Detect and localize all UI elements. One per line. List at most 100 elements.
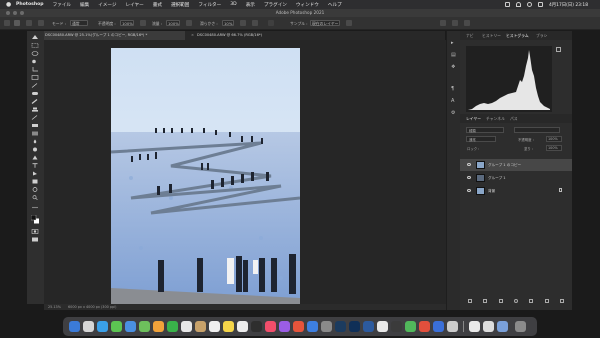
menu-window[interactable]: ウィンドウ (296, 2, 319, 8)
pen-tool-icon[interactable] (31, 155, 39, 160)
finder-icon[interactable] (69, 321, 80, 332)
angle-icon[interactable] (252, 20, 258, 26)
preview-icon[interactable] (377, 321, 388, 332)
marquee-tool-icon[interactable] (31, 43, 39, 48)
close-icon[interactable]: × (191, 33, 194, 37)
search-icon[interactable] (526, 2, 532, 7)
clone-source-icon[interactable]: ⚙ (451, 111, 457, 116)
tab-navigator[interactable]: ナビ (466, 33, 474, 39)
tool-preset-icon[interactable] (14, 20, 20, 26)
blur-tool-icon[interactable] (31, 139, 39, 144)
aligned-checkbox[interactable] (268, 20, 274, 26)
adjustment-icon[interactable] (513, 299, 518, 303)
menu-plugins[interactable]: プラグイン (264, 2, 287, 8)
quick-mask-icon[interactable] (31, 229, 39, 234)
tab-histogram[interactable]: ヒストグラム (506, 33, 529, 39)
mail-icon[interactable] (125, 321, 136, 332)
menu-filter[interactable]: フィルター (198, 2, 221, 8)
apple-icon[interactable]: ● (6, 1, 12, 8)
share-icon[interactable] (464, 20, 470, 26)
layer-row[interactable]: 背景 (460, 185, 572, 197)
layer-row[interactable]: グループ 1 (460, 172, 572, 184)
lasso-tool-icon[interactable] (31, 51, 39, 56)
eye-icon[interactable] (467, 176, 471, 179)
adjust-icon[interactable]: ▤ (451, 53, 457, 58)
eye-icon[interactable] (467, 163, 471, 166)
menu-3d[interactable]: 3D (230, 2, 236, 7)
menu-help[interactable]: ヘルプ (328, 2, 342, 8)
smoothing-options-icon[interactable] (240, 20, 246, 26)
music-icon[interactable] (265, 321, 276, 332)
mask-icon[interactable] (498, 299, 503, 303)
eyedropper-icon[interactable] (31, 83, 39, 88)
news-icon[interactable] (293, 321, 304, 332)
group-icon[interactable] (529, 299, 534, 303)
document-info[interactable]: 6000 px x 4000 px (300 ppi) (68, 305, 116, 309)
facetime-icon[interactable] (167, 321, 178, 332)
tab-document-1[interactable]: ×DSC00480.ARW @ 25.1%(グループ 1 のコピー, RGB/1… (35, 31, 185, 40)
calendar-icon[interactable] (181, 321, 192, 332)
paragraph-icon[interactable]: ¶ (451, 87, 457, 92)
menu-type[interactable]: 書式 (153, 2, 162, 8)
trash-icon[interactable] (515, 321, 526, 332)
maps-icon[interactable] (139, 321, 150, 332)
pressure-opacity-icon[interactable] (140, 20, 146, 26)
hand-tool-icon[interactable] (31, 187, 39, 192)
home-icon[interactable] (4, 20, 10, 26)
brush-panel-icon[interactable]: ❖ (451, 65, 457, 70)
contacts-icon[interactable] (195, 321, 206, 332)
photoshop-icon[interactable] (349, 321, 360, 332)
brush-tool-icon[interactable] (31, 99, 39, 104)
menu-layer[interactable]: レイヤー (126, 2, 144, 8)
menu-file[interactable]: ファイル (53, 2, 71, 8)
type-tool-icon[interactable] (31, 163, 39, 168)
new-layer-icon[interactable] (544, 299, 549, 303)
wifi-icon[interactable] (515, 2, 521, 7)
crop-tool-icon[interactable] (31, 67, 39, 72)
move-tool-icon[interactable] (31, 35, 39, 40)
podcasts-icon[interactable] (279, 321, 290, 332)
zoom-tool-icon[interactable] (31, 195, 39, 200)
menu-select[interactable]: 選択範囲 (171, 2, 189, 8)
messages-icon[interactable] (111, 321, 122, 332)
tab-channels[interactable]: チャンネル (486, 116, 505, 122)
quick-select-icon[interactable] (31, 59, 39, 64)
menubar-clock[interactable]: 4月17日(日) 23:18 (549, 2, 588, 8)
notes-icon[interactable] (223, 321, 234, 332)
search-icon[interactable] (440, 20, 446, 26)
more-tools-icon[interactable] (31, 205, 39, 210)
status-icon[interactable] (504, 2, 510, 7)
downloads-icon[interactable] (497, 321, 508, 332)
control-center-icon[interactable] (537, 2, 543, 7)
fx-icon[interactable] (483, 299, 488, 303)
app-icon[interactable] (419, 321, 430, 332)
menu-view[interactable]: 表示 (246, 2, 255, 8)
layer-name[interactable]: 背景 (488, 189, 495, 194)
character-icon[interactable]: A (451, 99, 457, 104)
document-icon[interactable] (469, 321, 480, 332)
zoom-icon[interactable] (433, 321, 444, 332)
eraser-icon[interactable] (31, 123, 39, 128)
ignore-adjust-icon[interactable] (346, 20, 352, 26)
path-select-icon[interactable] (31, 171, 39, 176)
clone-stamp-icon[interactable] (31, 107, 39, 112)
refresh-icon[interactable] (556, 47, 561, 52)
eye-icon[interactable] (467, 189, 471, 192)
tv-icon[interactable] (251, 321, 262, 332)
line-icon[interactable] (405, 321, 416, 332)
brush-panel-icon[interactable] (38, 20, 44, 26)
dodge-tool-icon[interactable] (31, 147, 39, 152)
lightroom-icon[interactable] (335, 321, 346, 332)
brush-size-icon[interactable] (26, 20, 32, 26)
menu-app[interactable]: Photoshop (16, 2, 44, 7)
bridge-icon[interactable] (363, 321, 374, 332)
photos-icon[interactable] (153, 321, 164, 332)
screenshot-icon[interactable] (447, 321, 458, 332)
tab-brush[interactable]: ブラシ (536, 33, 547, 39)
trash-icon[interactable] (559, 299, 564, 303)
system-settings-icon[interactable] (321, 321, 332, 332)
layer-name[interactable]: グループ 1 (488, 176, 506, 181)
play-icon[interactable]: ▸ (451, 41, 457, 46)
screen-mode-icon[interactable] (31, 237, 39, 242)
link-icon[interactable] (468, 299, 472, 303)
